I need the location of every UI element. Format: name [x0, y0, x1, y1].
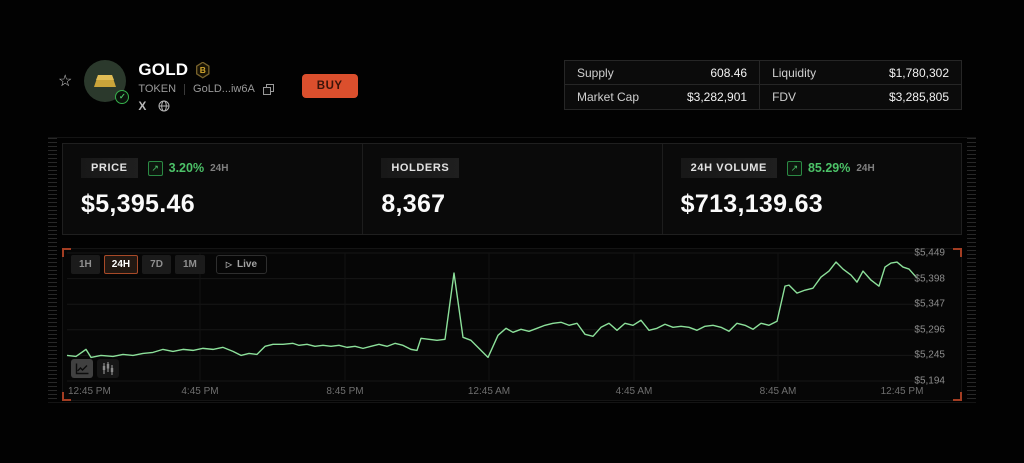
range-button-1m[interactable]: 1M: [175, 255, 205, 274]
range-button-1h[interactable]: 1H: [71, 255, 100, 274]
x-social-icon[interactable]: X: [138, 100, 146, 112]
corner-bracket: [953, 248, 962, 257]
stat-supply: Supply 608.46: [565, 61, 760, 85]
live-button[interactable]: ▷ Live: [216, 255, 267, 274]
token-tier-badge-icon: B: [195, 62, 210, 79]
volume-card: 24H VOLUME ↗ 85.29% 24H $713,139.63: [662, 144, 961, 234]
left-hatch-rail: [48, 138, 57, 402]
price-change: ↗ 3.20% 24H: [148, 161, 229, 176]
y-axis-tick: $5,245: [914, 350, 945, 361]
holders-card-label: HOLDERS: [381, 158, 459, 178]
up-arrow-icon: ↗: [787, 161, 802, 176]
play-icon: ▷: [226, 261, 232, 269]
token-stats-table: Supply 608.46 Liquidity $1,780,302 Marke…: [564, 60, 962, 110]
right-hatch-rail: [967, 138, 976, 402]
favorite-star-icon[interactable]: ☆: [58, 74, 72, 90]
copy-icon[interactable]: [263, 84, 274, 95]
globe-website-icon[interactable]: [158, 100, 170, 112]
token-dashboard: ☆ ✓ GOLD B TOKEN GoLD...iw6A: [0, 0, 1024, 463]
volume-card-label: 24H VOLUME: [681, 158, 777, 178]
y-axis-tick: $5,449: [914, 248, 945, 259]
holders-value: 8,367: [381, 190, 643, 219]
candlestick-icon: [102, 362, 114, 375]
verified-check-icon: ✓: [115, 90, 129, 104]
volume-value: $713,139.63: [681, 190, 943, 219]
price-value: $5,395.46: [81, 190, 344, 219]
token-address[interactable]: GoLD...iw6A: [193, 83, 255, 95]
token-avatar: ✓: [84, 60, 126, 102]
gold-bar-icon: [93, 73, 117, 89]
holders-card: HOLDERS 8,367: [362, 144, 661, 234]
volume-change: ↗ 85.29% 24H: [787, 161, 875, 176]
price-card: PRICE ↗ 3.20% 24H $5,395.46: [63, 144, 362, 234]
candlestick-chart-button[interactable]: [97, 359, 119, 378]
price-chart: 1H24H7D1M ▷ Live $5,449 $5,398 $5,347 $5,29…: [62, 248, 962, 401]
range-buttons: 1H24H7D1M ▷ Live: [71, 255, 267, 274]
y-axis-tick: $5,296: [914, 324, 945, 335]
main-panel: PRICE ↗ 3.20% 24H $5,395.46 HOLDERS 8,36…: [48, 137, 976, 403]
y-axis-tick: $5,194: [914, 376, 945, 387]
line-chart-icon: [75, 363, 89, 375]
line-chart-button[interactable]: [71, 359, 93, 378]
token-type-label: TOKEN: [138, 83, 176, 95]
token-identity: ☆ ✓ GOLD B TOKEN GoLD...iw6A: [58, 60, 358, 112]
token-name: GOLD: [138, 60, 188, 80]
y-axis-tick: $5,398: [914, 273, 945, 284]
x-axis-tick: 12:45 PM: [68, 386, 111, 397]
divider: [184, 84, 185, 95]
up-arrow-icon: ↗: [148, 161, 163, 176]
x-axis-tick: 12:45 AM: [468, 386, 510, 397]
stat-cards-row: PRICE ↗ 3.20% 24H $5,395.46 HOLDERS 8,36…: [62, 143, 962, 235]
token-meta: GOLD B TOKEN GoLD...iw6A X: [138, 60, 273, 112]
x-axis-tick: 12:45 PM: [881, 386, 924, 397]
corner-bracket: [953, 392, 962, 401]
range-button-7d[interactable]: 7D: [142, 255, 171, 274]
y-axis-tick: $5,347: [914, 299, 945, 310]
chart-type-toggle: [71, 359, 119, 378]
x-axis-tick: 8:45 PM: [326, 386, 363, 397]
x-axis-tick: 4:45 AM: [616, 386, 653, 397]
price-card-label: PRICE: [81, 158, 138, 178]
token-header: ☆ ✓ GOLD B TOKEN GoLD...iw6A: [0, 0, 1024, 112]
stat-liquidity: Liquidity $1,780,302: [760, 61, 961, 85]
price-line: [67, 262, 917, 357]
x-axis-tick: 4:45 PM: [181, 386, 218, 397]
buy-button[interactable]: BUY: [302, 74, 358, 98]
range-button-24h[interactable]: 24H: [104, 255, 138, 274]
stat-market-cap: Market Cap $3,282,901: [565, 85, 760, 109]
stat-fdv: FDV $3,285,805: [760, 85, 961, 109]
x-axis-tick: 8:45 AM: [760, 386, 797, 397]
